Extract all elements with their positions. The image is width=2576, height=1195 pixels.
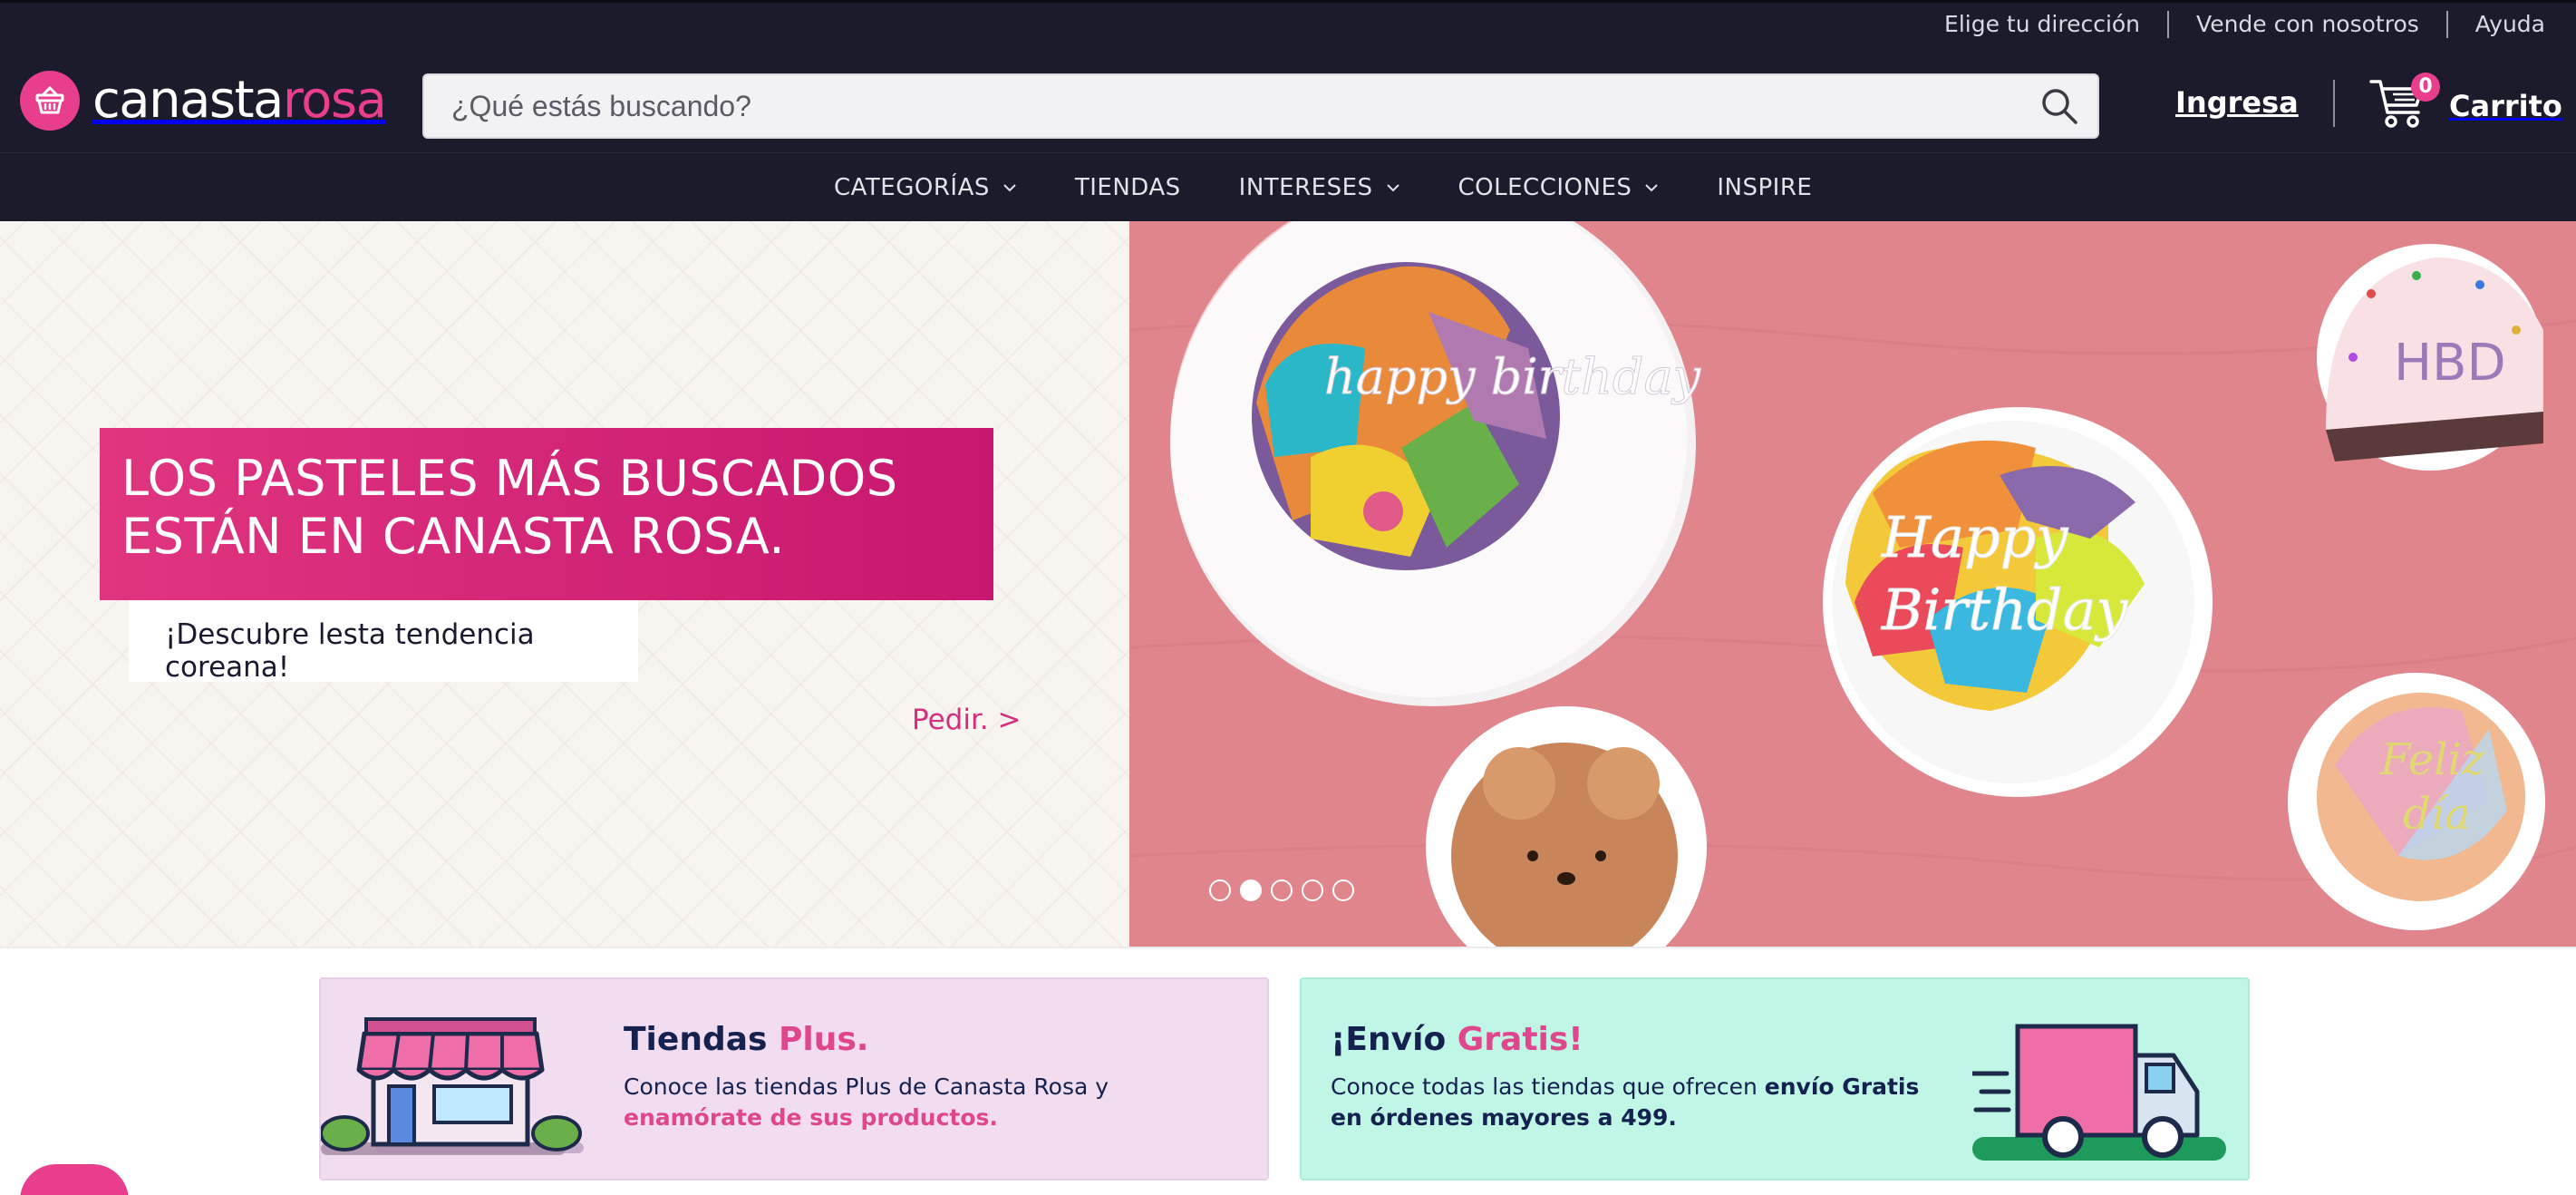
nav-item-label: INSPIRE xyxy=(1717,174,1813,201)
chevron-down-icon xyxy=(1003,184,1016,192)
header-divider xyxy=(2333,80,2335,127)
carousel-dot-2[interactable] xyxy=(1240,879,1262,901)
cart-icon: 0 xyxy=(2369,73,2440,131)
cake-text-4b: día xyxy=(2403,789,2471,840)
nav-item-label: TIENDAS xyxy=(1074,174,1181,201)
tiendas-plus-card[interactable]: Tiendas Plus. Conoce las tiendas Plus de… xyxy=(319,977,1269,1180)
hero-carousel: LOS PASTELES MÁS BUSCADOS ESTÁN EN CANAS… xyxy=(0,221,2576,947)
search-bar xyxy=(422,73,2099,139)
carousel-dot-1[interactable] xyxy=(1209,879,1231,901)
nav-item-intereses[interactable]: INTERESES xyxy=(1239,174,1400,201)
cart-label: Carrito xyxy=(2449,89,2562,123)
chevron-down-icon xyxy=(1645,184,1659,192)
cake-text-4a: Feliz xyxy=(2379,734,2485,785)
promo-section: Tiendas Plus. Conoce las tiendas Plus de… xyxy=(0,947,2576,1195)
tiendas-plus-title: Tiendas Plus. xyxy=(624,1021,869,1058)
nav-item-label: CATEGORÍAS xyxy=(834,174,990,201)
order-link[interactable]: Pedir. > xyxy=(912,704,1022,736)
site-logo[interactable]: canastarosa xyxy=(20,71,387,131)
store-icon xyxy=(321,1017,584,1155)
choose-address-link[interactable]: Elige tu dirección xyxy=(1917,11,2167,38)
cakes-illustration: happy birthday Happy Birthday HBD Feliz … xyxy=(1129,221,2576,947)
tiendas-plus-text: Conoce las tiendas Plus de Canasta Rosa … xyxy=(624,1074,1109,1131)
hero-text-panel: LOS PASTELES MÁS BUSCADOS ESTÁN EN CANAS… xyxy=(0,221,1129,947)
carousel-dot-3[interactable] xyxy=(1271,879,1293,901)
nav-item-categorias[interactable]: CATEGORÍAS xyxy=(834,174,1017,201)
nav-item-label: INTERESES xyxy=(1238,174,1373,201)
cake-text-3: HBD xyxy=(2394,334,2506,393)
cake-text-1: happy birthday xyxy=(1324,348,1702,405)
nav-item-label: COLECCIONES xyxy=(1457,174,1632,201)
envio-gratis-card[interactable]: ¡Envío Gratis! Conoce todas las tiendas … xyxy=(1300,977,2250,1180)
search-icon[interactable] xyxy=(2039,86,2079,126)
hero-headline-line1: LOS PASTELES MÁS BUSCADOS xyxy=(121,450,898,507)
carousel-dot-4[interactable] xyxy=(1302,879,1323,901)
nav-item-colecciones[interactable]: COLECCIONES xyxy=(1458,174,1660,201)
sell-with-us-link[interactable]: Vende con nosotros xyxy=(2167,11,2446,38)
top-utility-bar: Elige tu dirección Vende con nosotros Ay… xyxy=(0,0,2576,51)
nav-item-inspire[interactable]: INSPIRE xyxy=(1717,174,1812,201)
chevron-down-icon xyxy=(1386,184,1399,192)
hero-subtitle: ¡Descubre lesta tendencia coreana! xyxy=(129,600,638,684)
hero-headline: LOS PASTELES MÁS BUSCADOS ESTÁN EN CANAS… xyxy=(100,428,993,600)
hero-headline-line2: ESTÁN EN CANASTA ROSA. xyxy=(121,508,785,565)
envio-gratis-text: Conoce todas las tiendas que ofrecen env… xyxy=(1331,1074,1920,1131)
help-link[interactable]: Ayuda xyxy=(2445,11,2545,38)
logo-wordmark: canastarosa xyxy=(92,71,387,130)
main-navigation: CATEGORÍAS TIENDAS INTERESES COLECCIONES… xyxy=(0,152,2576,221)
cart-button[interactable]: 0 Carrito xyxy=(2369,73,2562,131)
cart-count-badge: 0 xyxy=(2411,73,2440,102)
main-header: canastarosa Ingresa 0 Carrito xyxy=(0,51,2576,152)
hero-image[interactable]: happy birthday Happy Birthday HBD Feliz … xyxy=(1129,221,2576,947)
cake-text-2b: Birthday xyxy=(1881,577,2129,643)
carousel-dot-5[interactable] xyxy=(1332,879,1354,901)
nav-item-tiendas[interactable]: TIENDAS xyxy=(1075,174,1181,201)
search-input[interactable] xyxy=(451,75,1992,137)
carousel-dots xyxy=(1209,879,1363,901)
envio-gratis-title: ¡Envío Gratis! xyxy=(1331,1021,1583,1058)
cake-text-2a: Happy xyxy=(1881,504,2068,570)
delivery-truck-icon xyxy=(1972,1024,2226,1161)
basket-icon xyxy=(20,71,80,131)
login-link[interactable]: Ingresa xyxy=(2175,85,2299,120)
utility-links: Elige tu dirección Vende con nosotros Ay… xyxy=(1917,11,2545,38)
